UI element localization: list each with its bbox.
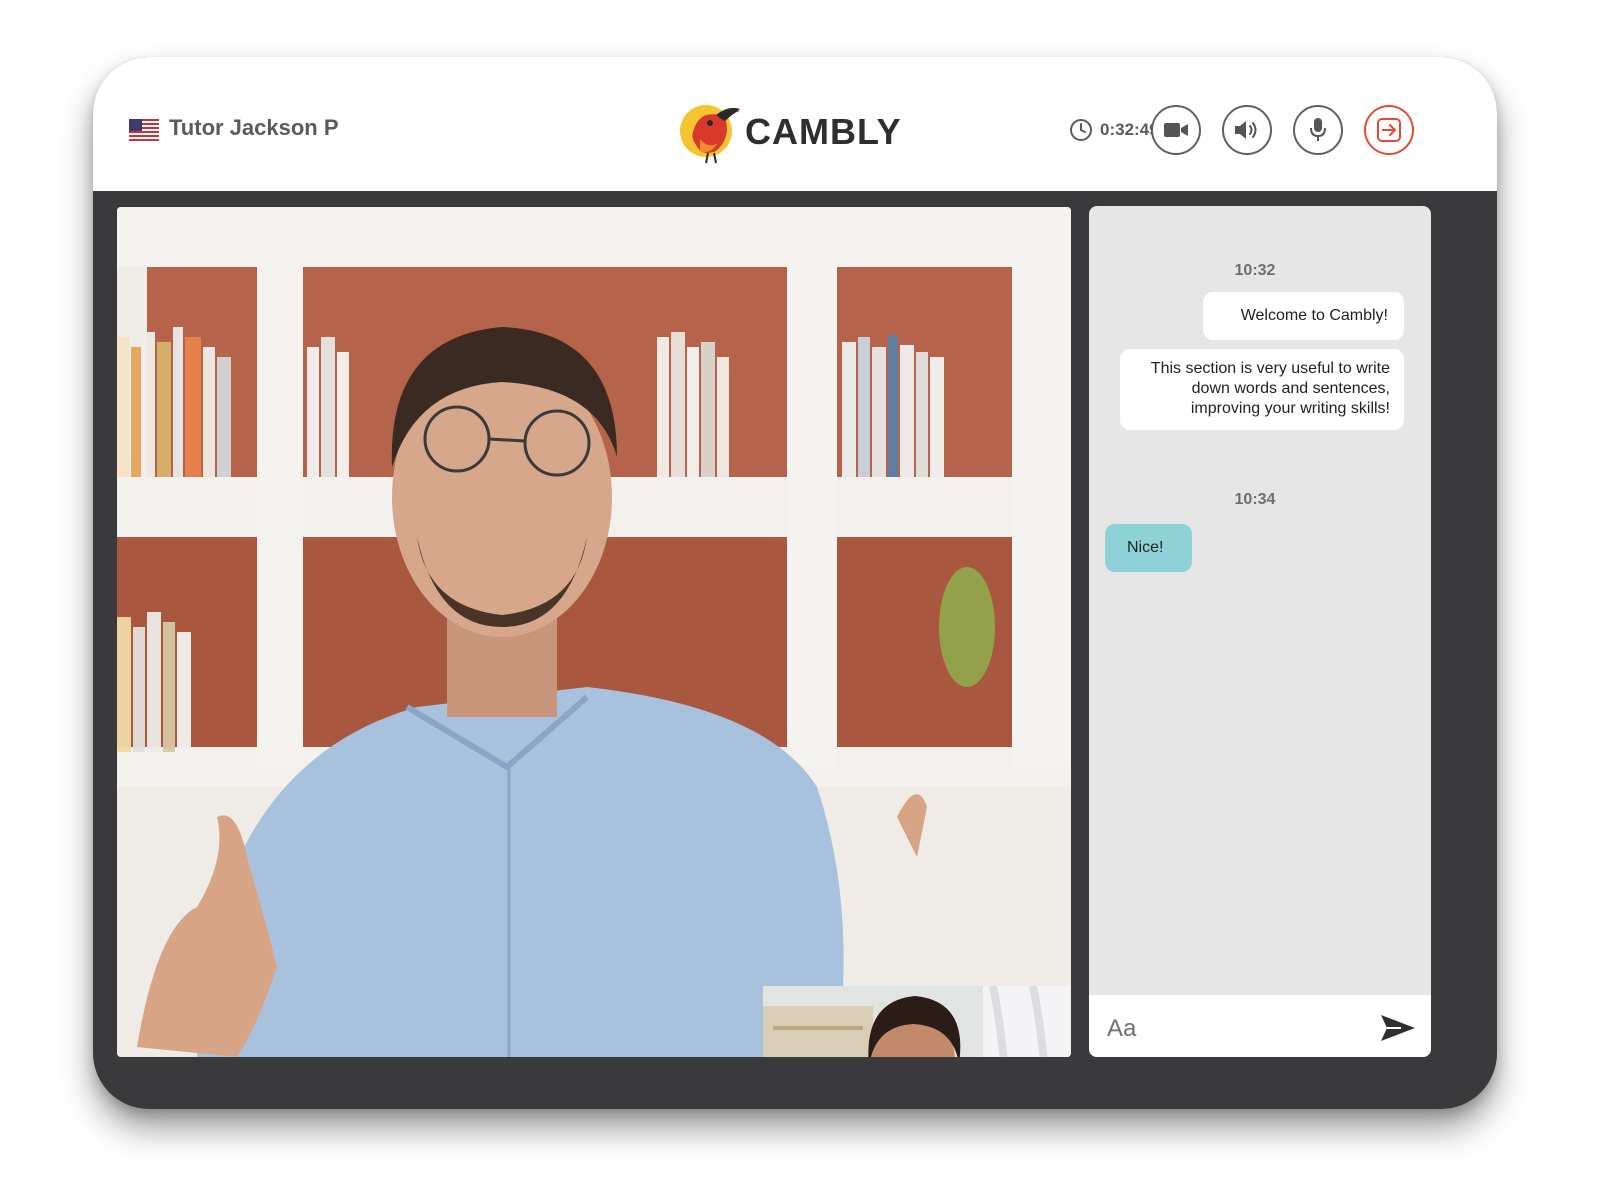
tutor-video <box>117 207 1071 1057</box>
self-video <box>763 986 1070 1057</box>
chat-panel: 10:32 Welcome to Cambly! This section is… <box>1089 206 1431 1057</box>
exit-button[interactable] <box>1364 105 1414 155</box>
video-camera-icon <box>1164 123 1188 137</box>
chat-message-line: down words and sentences, <box>1191 380 1390 397</box>
chat-timestamp: 10:32 <box>1234 262 1276 279</box>
tutor-video-image <box>117 207 1071 1057</box>
clock-icon <box>1070 119 1092 141</box>
session-timer: 0:32:49 <box>1100 120 1159 139</box>
chat-message-line: This section is very useful to write <box>1150 360 1390 377</box>
speaker-icon <box>1235 121 1257 139</box>
cambly-logo-icon <box>680 105 740 164</box>
exit-icon <box>1377 118 1401 142</box>
chat-input-bar: Aa <box>1089 995 1431 1057</box>
chat-message-line: improving your writing skills! <box>1190 400 1390 417</box>
top-bar: Tutor Jackson P CAMBLY 0:32:49 <box>93 57 1497 191</box>
tutor-name: Tutor Jackson P <box>169 115 339 140</box>
send-icon[interactable] <box>1379 1013 1417 1043</box>
chat-message-text: Welcome to Cambly! <box>1240 307 1388 324</box>
logo-text: CAMBLY <box>745 111 902 152</box>
self-video-image <box>763 986 1070 1057</box>
chat-message: Welcome to Cambly! <box>1203 292 1404 340</box>
us-flag-icon <box>129 119 159 141</box>
microphone-icon <box>1310 118 1326 141</box>
camera-button[interactable] <box>1151 105 1201 155</box>
microphone-button[interactable] <box>1293 105 1343 155</box>
speaker-button[interactable] <box>1222 105 1272 155</box>
app-window: Tutor Jackson P CAMBLY 0:32:49 10:32 Wel… <box>93 57 1497 1109</box>
chat-timestamp: 10:34 <box>1234 491 1276 508</box>
chat-message: Nice! <box>1105 524 1192 572</box>
chat-message-text: Nice! <box>1127 539 1164 556</box>
chat-input[interactable]: Aa <box>1107 1015 1136 1043</box>
chat-message: This section is very useful to write dow… <box>1120 349 1404 430</box>
